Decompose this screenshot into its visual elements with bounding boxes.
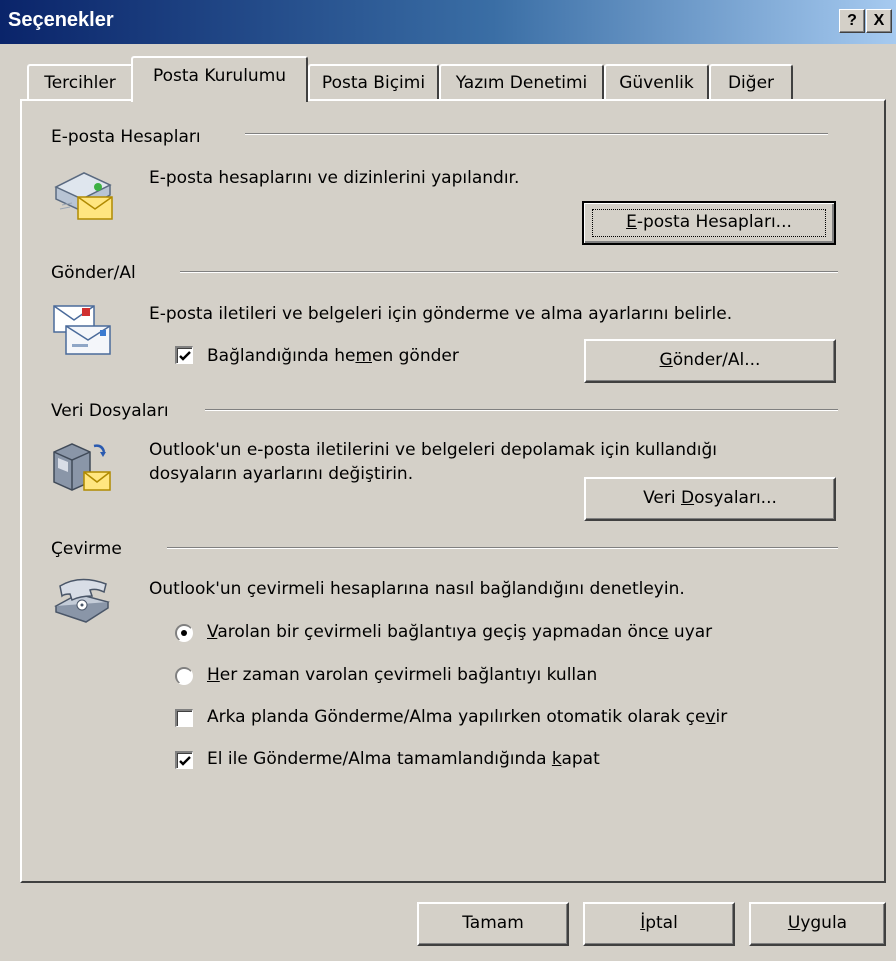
tab-yazim-denetimi[interactable]: Yazım Denetimi [439, 64, 604, 100]
tab-panel [20, 99, 886, 883]
tab-posta-kurulumu[interactable]: Posta Kurulumu [131, 56, 308, 102]
title-bar: Seçenekler ? X [0, 0, 896, 44]
tab-tercihler[interactable]: Tercihler [27, 64, 133, 100]
cancel-button[interactable]: İptal [583, 902, 735, 946]
window-title: Seçenekler [8, 9, 114, 31]
apply-button[interactable]: Uygula [749, 902, 886, 946]
tab-diger[interactable]: Diğer [709, 64, 793, 100]
tab-guvenlik[interactable]: Güvenlik [604, 64, 709, 100]
close-button[interactable]: X [866, 9, 892, 33]
help-button[interactable]: ? [839, 9, 865, 33]
tab-posta-bicimi[interactable]: Posta Biçimi [308, 64, 439, 100]
ok-button[interactable]: Tamam [417, 902, 569, 946]
active-tab-join [133, 97, 306, 103]
